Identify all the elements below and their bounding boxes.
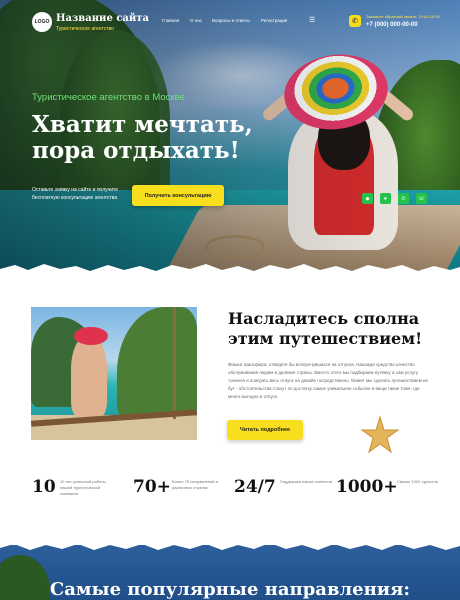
stat-label: Поддержка наших клиентов — [280, 479, 332, 484]
nav-about[interactable]: О нас — [190, 18, 202, 23]
hamburger-icon[interactable]: ☰ — [309, 16, 315, 24]
starfish-icon — [360, 415, 400, 454]
nav-home[interactable]: Главная — [162, 18, 179, 23]
travel-photo — [31, 307, 197, 440]
stat-label: Более 70 направлений в различных странах — [172, 479, 218, 490]
logo[interactable]: LOGO — [32, 12, 52, 32]
stat-label: 10 лет успешной работы нашей туристическ… — [60, 479, 106, 496]
site-title[interactable]: Название сайта — [56, 13, 149, 24]
read-more-button[interactable]: Читать подробнее — [227, 420, 303, 440]
callback-link[interactable]: Закажите обратный звонок, 10:00-19:00 — [366, 14, 440, 19]
about-section: Насладитесь сполна этим путешествием! Фи… — [0, 275, 460, 545]
hero-section: LOGO Название сайта Туристическое агентс… — [0, 0, 460, 275]
hero-text: Оставьте заявку на сайте и получите бесп… — [32, 187, 119, 201]
stat-number: 1000+ — [336, 477, 398, 497]
consultation-button[interactable]: Получить консультацию — [132, 185, 224, 206]
stat-number: 70+ — [133, 477, 171, 497]
stat-number: 10 — [32, 477, 56, 497]
photo-swing-rope — [173, 307, 176, 419]
hero-title: Хватит мечтать, пора отдыхать! — [32, 111, 253, 165]
torn-paper-edge — [0, 264, 460, 275]
photo-girl-hat — [74, 327, 108, 345]
whatsapp-icon[interactable]: ✆ — [398, 193, 409, 204]
about-title-line1: Насладитесь сполна — [228, 309, 420, 328]
photo-girl — [71, 337, 107, 417]
hero-eyebrow: Туристическое агентство в Москве — [32, 92, 185, 103]
nav-faq[interactable]: Вопросы и ответы — [212, 18, 250, 23]
hero-title-line1: Хватит мечтать, — [32, 111, 253, 138]
telegram-icon[interactable]: ➤ — [380, 193, 391, 204]
about-title: Насладитесь сполна этим путешествием! — [228, 309, 422, 349]
site-subtitle: Туристическое агентство — [56, 26, 114, 32]
destinations-title: Самые популярные направления: — [49, 579, 411, 600]
stat-number: 24/7 — [234, 477, 276, 497]
hero-title-line2: пора отдыхать! — [32, 137, 240, 165]
viber-icon[interactable]: ☏ — [416, 193, 427, 204]
torn-paper-edge-bottom — [0, 538, 460, 550]
stat-label: Свыше 1000 туристов — [397, 479, 438, 484]
vk-icon[interactable]: ◆ — [362, 193, 373, 204]
nav-register[interactable]: Регистрация — [261, 18, 287, 23]
about-title-line2: этим путешествием! — [228, 329, 423, 348]
about-text: Фишка трансфера: отведете бы всепрочувши… — [228, 362, 428, 399]
phone-icon[interactable]: ✆ — [349, 15, 361, 27]
phone-number[interactable]: +7 (000) 000-00-00 — [366, 22, 418, 28]
photo-rock-right — [117, 307, 197, 417]
